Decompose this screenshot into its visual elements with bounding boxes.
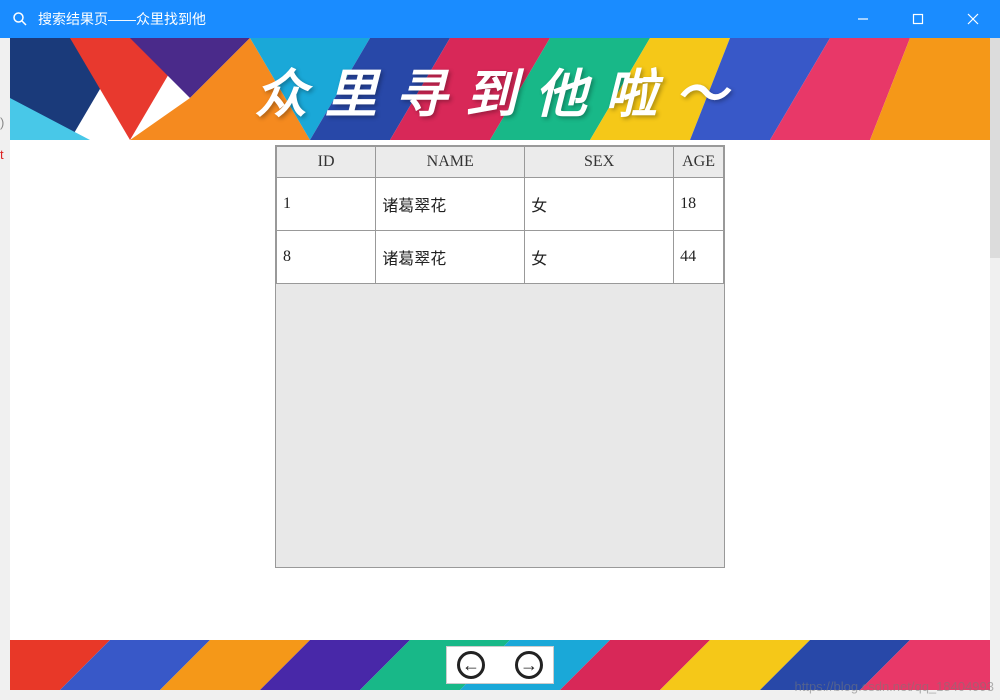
window-body: 众里寻到他啦～ ID NAME SEX AGE 1 诸葛翠花 女 [10,38,990,690]
scrollbar[interactable] [990,38,1000,258]
results-table: ID NAME SEX AGE 1 诸葛翠花 女 18 8 [276,146,724,284]
col-header-age[interactable]: AGE [674,147,724,178]
cell-id: 8 [277,231,376,284]
prev-page-button[interactable]: ← [457,651,485,679]
arrow-right-icon: → [520,655,538,676]
col-header-sex[interactable]: SEX [525,147,674,178]
cell-id: 1 [277,178,376,231]
content-area: ID NAME SEX AGE 1 诸葛翠花 女 18 8 [10,140,990,640]
cell-sex: 女 [525,178,674,231]
cell-age: 18 [674,178,724,231]
search-icon [12,11,28,27]
window-controls [835,0,1000,38]
header-banner: 众里寻到他啦～ [10,38,990,140]
table-row[interactable]: 1 诸葛翠花 女 18 [277,178,724,231]
watermark-text: https://blog.csdn.net/qq_18404993 [795,679,995,694]
cell-name: 诸葛翠花 [376,178,525,231]
pagination-controls: ← → [446,646,554,684]
cell-age: 44 [674,231,724,284]
cropped-text: ) [0,115,8,130]
cropped-text: t [0,147,8,162]
col-header-id[interactable]: ID [277,147,376,178]
cell-name: 诸葛翠花 [376,231,525,284]
next-page-button[interactable]: → [515,651,543,679]
close-button[interactable] [945,0,1000,38]
window-title: 搜索结果页——众里找到他 [38,9,835,29]
page-heading: 众里寻到他啦～ [255,52,745,127]
table-header-row: ID NAME SEX AGE [277,147,724,178]
arrow-left-icon: ← [462,655,480,676]
results-table-container: ID NAME SEX AGE 1 诸葛翠花 女 18 8 [275,145,725,568]
col-header-name[interactable]: NAME [376,147,525,178]
table-row[interactable]: 8 诸葛翠花 女 44 [277,231,724,284]
maximize-button[interactable] [890,0,945,38]
cell-sex: 女 [525,231,674,284]
minimize-button[interactable] [835,0,890,38]
titlebar: 搜索结果页——众里找到他 [0,0,1000,38]
